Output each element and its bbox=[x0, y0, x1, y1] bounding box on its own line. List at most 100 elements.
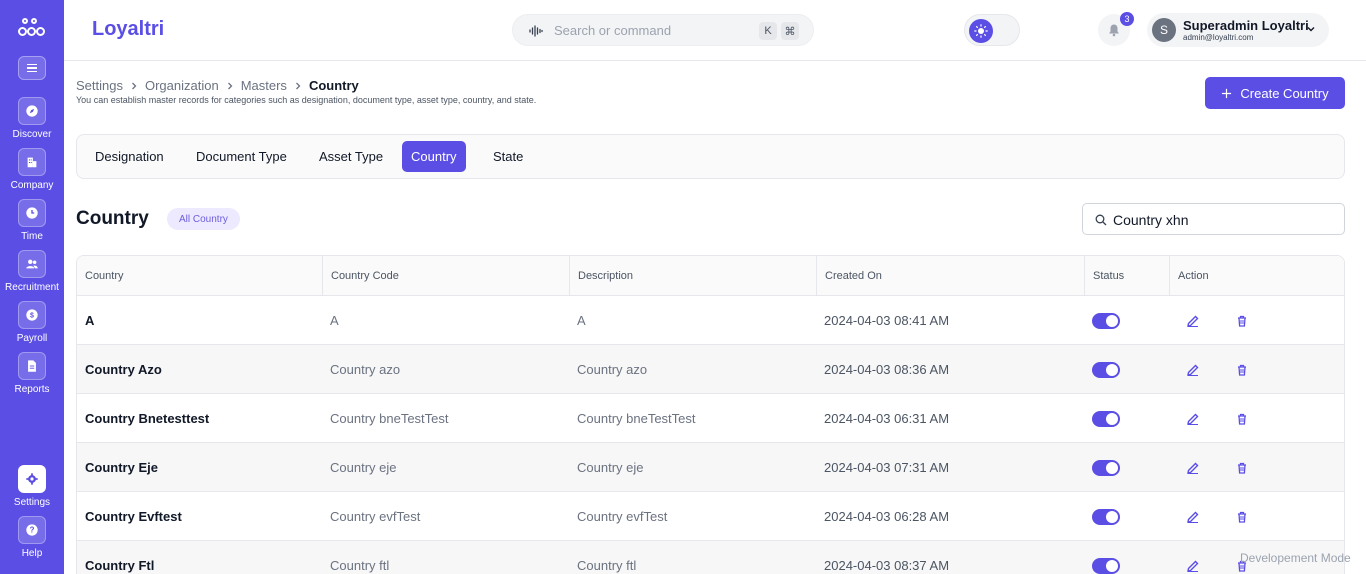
file-icon bbox=[18, 352, 46, 380]
sidebar-item-recruitment[interactable]: Recruitment bbox=[0, 250, 64, 293]
sidebar-item-label: Recruitment bbox=[5, 282, 59, 293]
notifications-button[interactable]: 3 bbox=[1098, 12, 1134, 46]
avatar: S bbox=[1152, 18, 1176, 42]
create-country-label: Create Country bbox=[1240, 85, 1329, 101]
breadcrumb-masters[interactable]: Masters bbox=[241, 78, 287, 93]
sidebar-item-time[interactable]: Time bbox=[0, 199, 64, 242]
sidebar-item-label: Time bbox=[21, 231, 43, 242]
svg-text:?: ? bbox=[30, 526, 35, 535]
svg-text:$: $ bbox=[30, 313, 34, 320]
chevron-right-icon bbox=[227, 82, 233, 89]
cell-description: A bbox=[577, 312, 586, 328]
cell-description: Country evfTest bbox=[577, 508, 668, 524]
section-title: Country bbox=[76, 208, 149, 229]
cell-description: Country ftl bbox=[577, 557, 637, 573]
edit-icon[interactable] bbox=[1186, 314, 1200, 328]
cell-country: Country Evftest bbox=[85, 508, 182, 524]
sidebar-item-settings[interactable]: Settings bbox=[0, 465, 64, 508]
help-icon: ? bbox=[18, 516, 46, 544]
waveform-icon bbox=[529, 25, 543, 37]
edit-icon[interactable] bbox=[1186, 412, 1200, 426]
kbd-k-key: K bbox=[759, 22, 777, 40]
create-country-button[interactable]: Create Country bbox=[1205, 77, 1345, 109]
building-icon bbox=[18, 148, 46, 176]
trash-icon[interactable] bbox=[1235, 363, 1249, 377]
column-header-created[interactable]: Created On bbox=[816, 256, 1084, 296]
sidebar-item-label: Help bbox=[21, 548, 43, 559]
table-row: A A A 2024-04-03 08:41 AM bbox=[77, 296, 1344, 345]
cell-country-code: Country azo bbox=[330, 361, 401, 377]
tab-state[interactable]: State bbox=[484, 141, 532, 172]
column-header-action: Action bbox=[1169, 256, 1344, 296]
user-menu[interactable]: S Superadmin Loyaltri admin@loyaltri.com bbox=[1147, 13, 1329, 47]
status-toggle[interactable] bbox=[1092, 509, 1120, 525]
user-email: admin@loyaltri.com bbox=[1183, 33, 1254, 42]
tab-designation[interactable]: Designation bbox=[86, 141, 173, 172]
table-row: Country Ftl Country ftl Country ftl 2024-04… bbox=[77, 541, 1344, 574]
cell-country-code: Country ftl bbox=[330, 557, 390, 573]
edit-icon[interactable] bbox=[1186, 461, 1200, 475]
sidebar-item-company[interactable]: Company bbox=[0, 148, 64, 191]
sun-icon bbox=[969, 19, 993, 43]
clock-icon bbox=[18, 199, 46, 227]
app-logo-icon bbox=[18, 18, 46, 40]
sidebar-item-reports[interactable]: Reports bbox=[0, 352, 64, 395]
tab-document-type[interactable]: Document Type bbox=[187, 141, 296, 172]
column-header-country[interactable]: Country bbox=[77, 256, 322, 296]
cell-country: Country Eje bbox=[85, 459, 158, 475]
status-toggle[interactable] bbox=[1092, 411, 1120, 427]
search-icon bbox=[1095, 214, 1107, 226]
sidebar-item-label: Reports bbox=[14, 384, 50, 395]
edit-icon[interactable] bbox=[1186, 363, 1200, 377]
cell-description: Country azo bbox=[577, 361, 648, 377]
cell-country-code: Country evfTest bbox=[330, 508, 421, 524]
user-name: Superadmin Loyaltri bbox=[1183, 18, 1309, 33]
status-toggle[interactable] bbox=[1092, 313, 1120, 329]
cell-country-code: Country bneTestTest bbox=[330, 410, 449, 426]
command-search-placeholder: Search or command bbox=[554, 23, 672, 38]
bell-icon bbox=[1109, 24, 1119, 37]
status-toggle[interactable] bbox=[1092, 460, 1120, 476]
trash-icon[interactable] bbox=[1235, 510, 1249, 524]
theme-toggle[interactable] bbox=[964, 14, 1020, 46]
breadcrumb-organization[interactable]: Organization bbox=[145, 78, 219, 93]
cell-created-on: 2024-04-03 08:41 AM bbox=[824, 312, 950, 328]
edit-icon[interactable] bbox=[1186, 559, 1200, 573]
sidebar-item-discover[interactable]: Discover bbox=[0, 97, 64, 140]
sidebar-item-payroll[interactable]: $ Payroll bbox=[0, 301, 64, 344]
command-search[interactable]: Search or command K ⌘ bbox=[512, 14, 814, 46]
edit-icon[interactable] bbox=[1186, 510, 1200, 524]
trash-icon[interactable] bbox=[1235, 412, 1249, 426]
sidebar-item-help[interactable]: ? Help bbox=[0, 516, 64, 559]
kbd-cmd-key: ⌘ bbox=[781, 22, 799, 40]
breadcrumb: Settings Organization Masters Country bbox=[76, 78, 359, 93]
table-row: Country Evftest Country evfTest Country ev… bbox=[77, 492, 1344, 541]
cell-country-code: Country eje bbox=[330, 459, 397, 475]
status-toggle[interactable] bbox=[1092, 558, 1120, 574]
chevron-down-icon bbox=[1307, 27, 1315, 32]
cell-country: A bbox=[85, 312, 95, 328]
cell-created-on: 2024-04-03 08:37 AM bbox=[824, 557, 950, 573]
sidebar: Discover Company Time Recruitment $ Payr… bbox=[0, 0, 64, 574]
trash-icon[interactable] bbox=[1235, 461, 1249, 475]
page-description: You can establish master records for cat… bbox=[76, 95, 537, 105]
column-header-description[interactable]: Description bbox=[569, 256, 816, 296]
tab-asset-type[interactable]: Asset Type bbox=[310, 141, 392, 172]
masters-tabs: Designation Document Type Asset Type Cou… bbox=[76, 134, 1345, 179]
column-header-code[interactable]: Country Code bbox=[322, 256, 569, 296]
breadcrumb-settings[interactable]: Settings bbox=[76, 78, 123, 93]
trash-icon[interactable] bbox=[1235, 314, 1249, 328]
breadcrumb-current: Country bbox=[308, 78, 359, 93]
column-header-status: Status bbox=[1084, 256, 1169, 296]
tab-country[interactable]: Country bbox=[402, 141, 466, 172]
cell-country-code: A bbox=[330, 312, 339, 328]
cell-created-on: 2024-04-03 07:31 AM bbox=[824, 459, 950, 475]
menu-toggle-button[interactable] bbox=[18, 56, 46, 80]
status-toggle[interactable] bbox=[1092, 362, 1120, 378]
compass-icon bbox=[18, 97, 46, 125]
search-input[interactable] bbox=[1113, 210, 1333, 230]
cell-country: Country Ftl bbox=[85, 557, 155, 573]
cell-country: Country Bnetesttest bbox=[85, 410, 210, 426]
sidebar-item-label: Company bbox=[10, 180, 54, 191]
cell-created-on: 2024-04-03 06:31 AM bbox=[824, 410, 950, 426]
